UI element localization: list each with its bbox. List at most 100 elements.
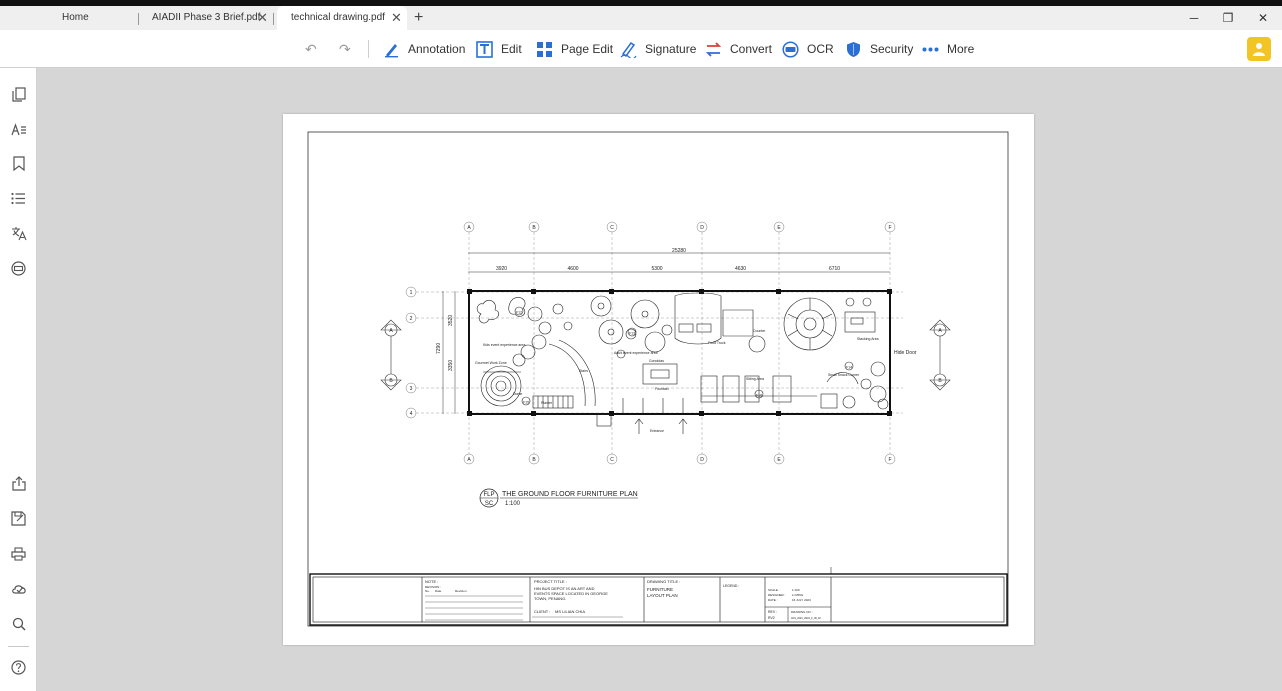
legend-label: LEGEND :: [723, 584, 739, 588]
rev-col-no: No.: [425, 589, 430, 593]
ocr-button[interactable]: OCR: [782, 38, 834, 60]
plan-title: THE GROUND FLOOR FURNITURE PLAN: [502, 491, 638, 498]
technical-drawing-canvas: A A B B C C D D E E F F 1 2 3 4 25280 3920 4600 5300 4630…: [307, 131, 1009, 627]
room-label: Kids event experience area: [483, 343, 525, 347]
text-recognition-icon[interactable]: [10, 121, 27, 138]
grid-bubble-label: C: [610, 225, 614, 231]
tab-technical-drawing[interactable]: technical drawing.pdf ✕: [277, 6, 407, 30]
room-label: Fountain: [655, 387, 669, 391]
toolbar-separator: [368, 40, 369, 58]
bay-dimension: 5300: [651, 266, 662, 272]
side-dimension-lower: 3350: [448, 360, 454, 371]
rev-col-date: Date: [435, 589, 442, 593]
cloud-sign-icon[interactable]: [10, 580, 27, 597]
pen-icon: [383, 41, 400, 58]
signature-label: Signature: [645, 42, 697, 56]
plan-scale: 1:100: [505, 501, 521, 507]
overall-dimension: 25280: [672, 248, 686, 254]
redo-icon[interactable]: ↷: [339, 41, 351, 58]
annotation-button[interactable]: Annotation: [383, 38, 465, 60]
ocr-scan-icon[interactable]: [10, 260, 27, 277]
undo-icon[interactable]: ↶: [305, 41, 317, 58]
room-label: Counter: [753, 329, 766, 333]
bay-dimension: 6710: [829, 266, 840, 272]
share-icon[interactable]: [10, 475, 27, 492]
scale-value: 1:100: [792, 588, 800, 592]
drawing-no-value: AI01_2023_LM01_F_08_02: [791, 617, 821, 620]
room-label: Food Truck: [708, 341, 726, 345]
translate-icon[interactable]: [10, 225, 27, 242]
room-label: Hide Door: [894, 350, 917, 356]
grid-bubble-label: F: [888, 225, 891, 231]
callout-label: F13: [629, 332, 635, 336]
callout-label: F14: [846, 366, 852, 370]
tab-aiadii-brief[interactable]: AIADII Phase 3 Brief.pdf ✕: [139, 6, 273, 30]
section-marker-label: B: [389, 378, 393, 384]
tab-home[interactable]: Home: [0, 6, 138, 30]
help-icon[interactable]: [10, 659, 27, 676]
page-edit-button[interactable]: Page Edit: [536, 38, 613, 60]
more-button[interactable]: More: [922, 38, 974, 60]
project-line: TOWN, PENANG.: [534, 596, 566, 601]
bay-dimension: 4630: [735, 266, 746, 272]
grid-bubble-label: E: [777, 457, 781, 463]
grid-bubble-label: 2: [410, 316, 413, 322]
close-icon[interactable]: ✕: [391, 6, 402, 30]
date-label: DATE :: [768, 598, 778, 602]
room-label: Stairs: [579, 369, 588, 373]
minimize-button[interactable]: ─: [1184, 6, 1204, 30]
drawing-title-label: DRAWING TITLE :: [647, 579, 680, 584]
rev-value: RV2: [768, 616, 775, 620]
page-edit-label: Page Edit: [561, 42, 614, 56]
tab-bar: Home AIADII Phase 3 Brief.pdf ✕ technica…: [0, 6, 1282, 30]
new-tab-button[interactable]: +: [412, 6, 430, 30]
convert-label: Convert: [730, 42, 773, 56]
room-label: Stacking Area: [857, 337, 879, 341]
side-dimension-total: 7290: [436, 343, 442, 354]
close-icon[interactable]: ✕: [257, 6, 268, 30]
section-marker-label: A: [938, 328, 942, 334]
search-icon[interactable]: [10, 615, 27, 632]
pages-icon[interactable]: [10, 86, 27, 103]
section-markers: [380, 319, 951, 391]
save-as-icon[interactable]: [10, 510, 27, 527]
grid-bubble-label: B: [532, 457, 536, 463]
client-label: CLIENT :: [534, 609, 550, 614]
text-edit-icon: [476, 40, 493, 58]
sheet-border: [307, 131, 1009, 627]
room-label: Gourmet Work Zone: [475, 361, 507, 365]
drawing-title-line: FURNITURE: [647, 587, 673, 592]
pdf-page[interactable]: A A B B C C D D E E F F 1 2 3 4 25280 3920 4600 5300 4630…: [283, 114, 1034, 645]
tab-aiadii-brief-label: AIADII Phase 3 Brief.pdf: [152, 12, 261, 23]
grid-bubble-label: A: [467, 225, 471, 231]
edit-label: Edit: [501, 42, 522, 56]
edit-button[interactable]: Edit: [476, 38, 522, 60]
grid-bubble-label: C: [610, 457, 614, 463]
rev-label: REV :: [768, 610, 777, 614]
bookmark-icon[interactable]: [10, 155, 27, 172]
project-title-label: PROJECT TITLE :: [534, 579, 567, 584]
callout-label: F15: [523, 401, 529, 405]
grid-bubble-label: D: [700, 457, 704, 463]
client-value: MS LILIAN CHIA: [555, 609, 585, 614]
grid-icon: [536, 41, 553, 58]
convert-button[interactable]: Convert: [705, 38, 772, 60]
print-icon[interactable]: [10, 545, 27, 562]
signature-pen-icon: [620, 41, 637, 58]
grid-bubble-label: 3: [410, 386, 413, 392]
bay-dimension: 4600: [567, 266, 578, 272]
close-window-button[interactable]: ✕: [1253, 6, 1273, 30]
date-value: 16 JULY 2023: [792, 598, 811, 602]
signature-button[interactable]: Signature: [620, 38, 696, 60]
plan-title-badge-top: FLP: [483, 492, 494, 498]
tab-separator: [273, 13, 274, 25]
user-avatar-button[interactable]: [1247, 37, 1271, 61]
outline-list-icon[interactable]: [10, 190, 27, 207]
restore-button[interactable]: ❐: [1218, 6, 1238, 30]
security-label: Security: [870, 42, 914, 56]
security-button[interactable]: Security: [845, 38, 913, 60]
tab-technical-drawing-label: technical drawing.pdf: [291, 12, 385, 23]
grid-bubble-label: 4: [410, 411, 413, 417]
room-label: Planter: [541, 401, 553, 405]
convert-arrows-icon: [705, 41, 722, 58]
